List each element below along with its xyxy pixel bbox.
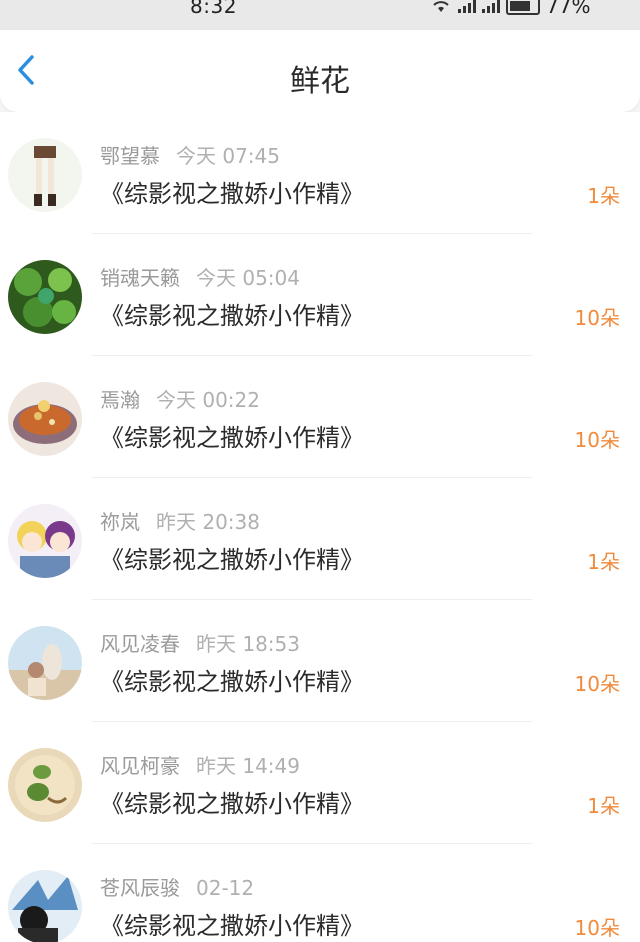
list-item[interactable]: 风见柯豪 昨天 14:49 《综影视之撒娇小作精》 1朵	[0, 722, 640, 844]
signal-icon	[458, 0, 476, 13]
page-title: 鲜花	[290, 64, 350, 99]
username: 苍风辰骏	[100, 876, 180, 900]
battery-icon	[506, 0, 540, 15]
book-title: 《综影视之撒娇小作精》	[100, 668, 364, 696]
book-title: 《综影视之撒娇小作精》	[100, 180, 364, 208]
battery-percent: 77%	[546, 0, 591, 18]
list-item[interactable]: 风见凌春 昨天 18:53 《综影视之撒娇小作精》 10朵	[0, 600, 640, 722]
list-item[interactable]: 焉瀚 今天 00:22 《综影视之撒娇小作精》 10朵	[0, 356, 640, 478]
flower-count: 10朵	[574, 916, 620, 940]
flower-count: 10朵	[574, 306, 620, 330]
record-meta: 风见柯豪 昨天 14:49	[100, 750, 300, 779]
list-item[interactable]: 苍风辰骏 02-12 《综影视之撒娇小作精》 10朵	[0, 844, 640, 942]
flower-record-list: 鄂望慕 今天 07:45 《综影视之撒娇小作精》 1朵 销魂天籁 今天 05:04 …	[0, 112, 640, 942]
timestamp: 今天 07:45	[176, 144, 280, 168]
timestamp: 今天 05:04	[196, 266, 300, 290]
list-item[interactable]: 销魂天籁 今天 05:04 《综影视之撒娇小作精》 10朵	[0, 234, 640, 356]
record-meta: 风见凌春 昨天 18:53	[100, 628, 300, 657]
avatar[interactable]	[8, 748, 82, 822]
wifi-icon	[430, 0, 452, 18]
header-bar: 鲜花	[0, 30, 640, 112]
timestamp: 昨天 20:38	[156, 510, 260, 534]
avatar[interactable]	[8, 504, 82, 578]
book-title: 《综影视之撒娇小作精》	[100, 912, 364, 940]
list-item[interactable]: 祢岚 昨天 20:38 《综影视之撒娇小作精》 1朵	[0, 478, 640, 600]
timestamp: 昨天 18:53	[196, 632, 300, 656]
book-title: 《综影视之撒娇小作精》	[100, 790, 364, 818]
record-meta: 焉瀚 今天 00:22	[100, 384, 260, 413]
status-bar: 8:32 77%	[0, 0, 640, 30]
avatar[interactable]	[8, 626, 82, 700]
status-icons: 77%	[430, 0, 590, 18]
timestamp: 昨天 14:49	[196, 754, 300, 778]
flower-count: 1朵	[587, 550, 620, 574]
username: 风见凌春	[100, 632, 180, 656]
book-title: 《综影视之撒娇小作精》	[100, 424, 364, 452]
signal-icon	[482, 0, 500, 13]
list-item[interactable]: 鄂望慕 今天 07:45 《综影视之撒娇小作精》 1朵	[0, 112, 640, 234]
book-title: 《综影视之撒娇小作精》	[100, 302, 364, 330]
flower-count: 1朵	[587, 794, 620, 818]
username: 鄂望慕	[100, 144, 160, 168]
record-meta: 鄂望慕 今天 07:45	[100, 140, 280, 169]
avatar[interactable]	[8, 260, 82, 334]
record-meta: 销魂天籁 今天 05:04	[100, 262, 300, 291]
flower-count: 10朵	[574, 428, 620, 452]
timestamp: 02-12	[196, 876, 255, 900]
avatar[interactable]	[8, 870, 82, 942]
record-meta: 祢岚 昨天 20:38	[100, 506, 260, 535]
username: 风见柯豪	[100, 754, 180, 778]
record-meta: 苍风辰骏 02-12	[100, 872, 254, 901]
timestamp: 今天 00:22	[156, 388, 260, 412]
avatar[interactable]	[8, 138, 82, 212]
username: 焉瀚	[100, 388, 140, 412]
username: 销魂天籁	[100, 266, 180, 290]
flower-count: 1朵	[587, 184, 620, 208]
status-time: 8:32	[190, 0, 237, 18]
book-title: 《综影视之撒娇小作精》	[100, 546, 364, 574]
avatar[interactable]	[8, 382, 82, 456]
flower-count: 10朵	[574, 672, 620, 696]
username: 祢岚	[100, 510, 140, 534]
